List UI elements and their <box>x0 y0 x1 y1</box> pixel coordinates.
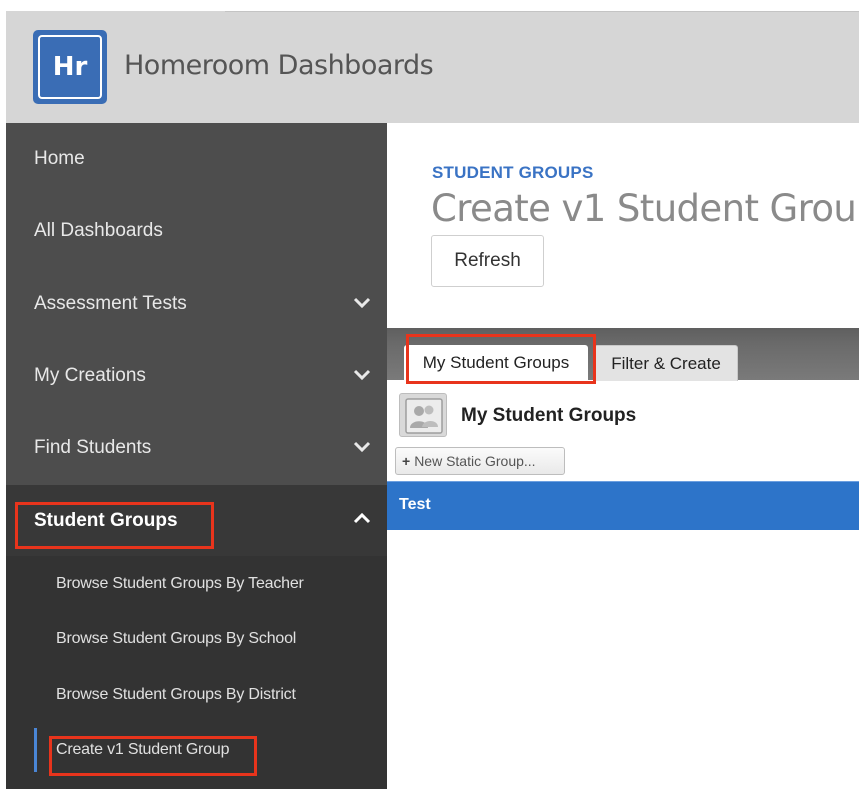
chevron-up-icon[interactable] <box>353 512 371 524</box>
sidebar-item-assessment-tests[interactable]: Assessment Tests <box>6 268 387 340</box>
app-logo[interactable]: Hr <box>33 30 107 104</box>
sidebar-item-label: Student Groups <box>34 510 178 531</box>
app-title: Homeroom Dashboards <box>124 50 434 81</box>
new-static-group-button[interactable]: + New Static Group... <box>395 447 565 475</box>
sidebar-item-find-students[interactable]: Find Students <box>6 412 387 484</box>
plus-icon: + <box>402 453 411 469</box>
chevron-down-icon[interactable] <box>353 369 371 381</box>
active-item-indicator <box>34 728 37 772</box>
tab-filter-and-create[interactable]: Filter & Create <box>594 345 738 381</box>
sidebar-item-label: Assessment Tests <box>34 293 187 314</box>
sidebar-item-label: Find Students <box>34 437 152 458</box>
panel-title: My Student Groups <box>461 405 637 426</box>
logo-text: Hr <box>52 52 88 82</box>
sidebar-item-my-creations[interactable]: My Creations <box>6 340 387 412</box>
subnav-browse-by-school[interactable]: Browse Student Groups By School <box>6 611 387 666</box>
table-row[interactable]: Test <box>387 481 859 530</box>
subnav-label: Browse Student Groups By Teacher <box>56 575 304 592</box>
section-kicker: STUDENT GROUPS <box>432 163 594 182</box>
subnav-browse-by-district[interactable]: Browse Student Groups By District <box>6 667 387 722</box>
refresh-button[interactable]: Refresh <box>431 235 544 287</box>
new-static-group-label: New Static Group... <box>414 453 536 469</box>
group-icon <box>399 393 447 437</box>
header-divider <box>225 11 859 12</box>
chevron-down-icon[interactable] <box>353 297 371 309</box>
chevron-down-icon[interactable] <box>353 441 371 453</box>
sidebar-item-label: Home <box>34 148 85 169</box>
sidebar-item-all-dashboards[interactable]: All Dashboards <box>6 195 387 267</box>
sidebar-item-student-groups[interactable]: Student Groups <box>6 485 387 557</box>
sidebar-item-home[interactable]: Home <box>6 123 387 195</box>
sidebar-item-label: All Dashboards <box>34 220 163 241</box>
sidebar-item-label: My Creations <box>34 365 146 386</box>
subnav-label: Create v1 Student Group <box>56 741 230 758</box>
page-title: Create v1 Student Group <box>431 187 859 230</box>
subnav-label: Browse Student Groups By District <box>56 686 296 703</box>
tab-my-student-groups[interactable]: My Student Groups <box>404 345 588 381</box>
subnav-label: Browse Student Groups By School <box>56 630 297 647</box>
subnav-create-v1-student-group[interactable]: Create v1 Student Group <box>6 722 387 777</box>
subnav-browse-by-teacher[interactable]: Browse Student Groups By Teacher <box>6 556 387 611</box>
group-name: Test <box>399 496 431 513</box>
